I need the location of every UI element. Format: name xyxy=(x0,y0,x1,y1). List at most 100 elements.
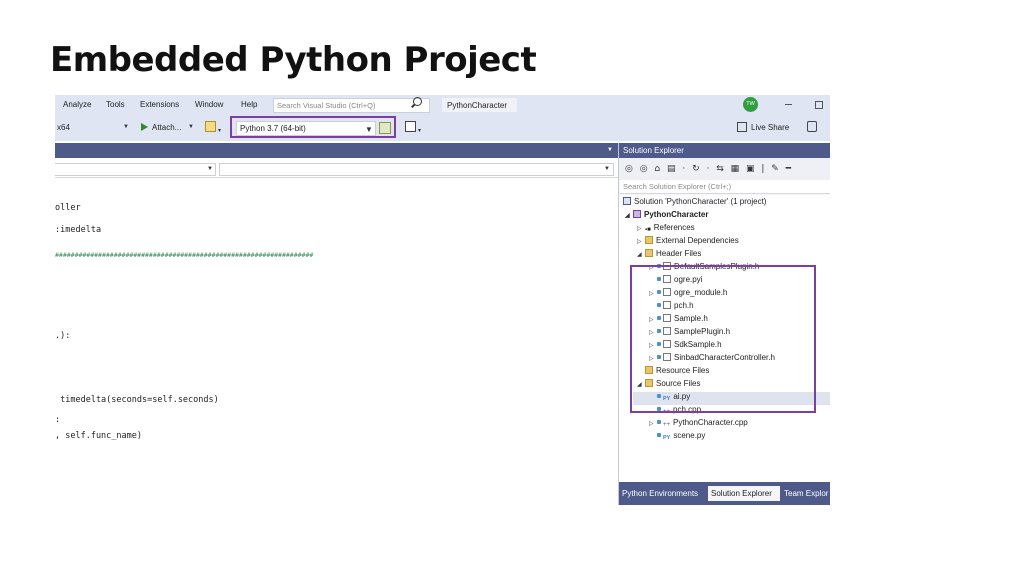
tree-item-project[interactable]: ◢ PythonCharacter xyxy=(625,210,708,223)
code-line: : xyxy=(55,415,61,425)
menu-analyze[interactable]: Analyze xyxy=(63,100,91,109)
lock-icon xyxy=(657,394,661,398)
python-file-icon: PY xyxy=(663,396,671,402)
chevron-down-icon[interactable]: ▼ xyxy=(188,124,194,130)
expanded-arrow-icon[interactable]: ◢ xyxy=(625,212,633,219)
chevron-down-icon[interactable]: ▾ xyxy=(218,127,221,134)
solution-explorer-tab-bar: Python Environments Solution Explorer Te… xyxy=(619,482,830,505)
file-icon xyxy=(663,314,671,322)
cpp-file-icon: ++ xyxy=(663,422,671,428)
chevron-down-icon[interactable]: ▼ xyxy=(123,124,129,130)
tree-item-file[interactable]: ++ pch.cpp xyxy=(657,405,701,418)
expanded-arrow-icon[interactable]: ◢ xyxy=(637,251,645,258)
folder-icon xyxy=(645,236,653,244)
folder-icon xyxy=(645,249,653,257)
collapsed-arrow-icon[interactable]: ▷ xyxy=(637,225,645,232)
menu-extensions[interactable]: Extensions xyxy=(140,100,179,109)
play-icon[interactable] xyxy=(141,123,148,131)
tree-item-file[interactable]: pch.h xyxy=(657,301,694,314)
tree-item-header-files[interactable]: ◢ Header Files xyxy=(637,249,701,262)
attach-extra-icon[interactable] xyxy=(205,121,216,132)
window-layout-icon[interactable] xyxy=(405,121,416,132)
visual-studio-screenshot: Analyze Tools Extensions Window Help Sea… xyxy=(55,95,830,505)
menu-window[interactable]: Window xyxy=(195,100,223,109)
lock-icon xyxy=(657,433,661,437)
tree-item-references[interactable]: ▷ ▪■ References xyxy=(637,223,695,236)
lock-icon xyxy=(657,342,661,346)
solution-explorer-toolbar: ◎ ◎ ⌂ ▤ · ↻ · ⇆ ▦ ▣ | ✎ ━ xyxy=(619,158,830,180)
tree-item-resource-files[interactable]: Resource Files xyxy=(645,366,709,379)
tab-team-explorer[interactable]: Team Explor xyxy=(781,486,830,501)
lock-icon xyxy=(657,277,661,281)
menu-help[interactable]: Help xyxy=(241,100,257,109)
tree-item-file[interactable]: ▷ SamplePlugin.h xyxy=(649,327,730,340)
tree-item-file[interactable]: ▷ DefaultSamplesPlugin.h xyxy=(649,262,759,275)
tree-item-file-selected[interactable]: PY ai.py xyxy=(633,392,830,405)
attach-button[interactable]: Attach... xyxy=(152,123,181,132)
solution-explorer-search-input[interactable]: Search Solution Explorer (Ctrl+;) xyxy=(620,180,830,194)
tree-item-file[interactable]: ogre.pyi xyxy=(657,275,702,288)
platform-dropdown[interactable]: x64 xyxy=(57,123,70,132)
code-line: , self.func_name) xyxy=(55,431,142,441)
solution-name: PythonCharacter xyxy=(447,101,508,110)
collapsed-arrow-icon[interactable]: ▷ xyxy=(649,316,657,323)
tab-python-environments[interactable]: Python Environments xyxy=(619,486,707,501)
tree-item-source-files[interactable]: ◢ Source Files xyxy=(637,379,700,392)
search-icon[interactable] xyxy=(413,97,422,106)
project-icon xyxy=(633,210,641,218)
file-icon xyxy=(663,327,671,335)
lock-icon xyxy=(657,420,661,424)
avatar[interactable]: TW xyxy=(743,97,758,112)
search-placeholder: Search Visual Studio (Ctrl+Q) xyxy=(277,101,376,110)
feedback-icon[interactable] xyxy=(807,121,817,132)
collapsed-arrow-icon[interactable]: ▷ xyxy=(649,264,657,271)
chevron-down-icon[interactable]: ▼ xyxy=(365,125,373,134)
chevron-down-icon[interactable]: ▾ xyxy=(418,127,421,134)
collapsed-arrow-icon[interactable]: ▷ xyxy=(649,329,657,336)
menu-bar: Analyze Tools Extensions Window Help Sea… xyxy=(55,95,830,115)
tree-item-file[interactable]: ▷ ogre_module.h xyxy=(649,288,727,301)
tree-item-solution[interactable]: Solution 'PythonCharacter' (1 project) xyxy=(623,197,766,210)
code-line: ########################################… xyxy=(55,251,314,259)
tab-solution-explorer[interactable]: Solution Explorer xyxy=(708,486,780,501)
solution-name-tab: PythonCharacter xyxy=(442,98,517,112)
editor-navigation-bar: ▼ ▼ xyxy=(55,161,618,178)
collapsed-arrow-icon[interactable]: ▷ xyxy=(649,342,657,349)
expanded-arrow-icon[interactable]: ◢ xyxy=(637,381,645,388)
file-icon xyxy=(663,288,671,296)
collapsed-arrow-icon[interactable]: ▷ xyxy=(649,420,657,427)
menu-tools[interactable]: Tools xyxy=(106,100,125,109)
collapsed-arrow-icon[interactable]: ▷ xyxy=(637,238,645,245)
type-dropdown[interactable]: ▼ xyxy=(55,163,216,176)
tree-item-file[interactable]: PY scene.py xyxy=(657,431,705,444)
toolbar: x64 ▼ Attach... ▼ ▾ Python 3.7 (64-bit) … xyxy=(55,115,830,141)
code-editor[interactable]: oller :imedelta ########################… xyxy=(55,179,618,505)
collapsed-arrow-icon[interactable]: ▷ xyxy=(649,290,657,297)
member-dropdown[interactable]: ▼ xyxy=(219,163,614,176)
code-line: :imedelta xyxy=(55,225,102,235)
tree-item-external-dependencies[interactable]: ▷ External Dependencies xyxy=(637,236,739,249)
solution-icon xyxy=(623,197,631,205)
python-environment-dropdown[interactable]: Python 3.7 (64-bit) ▼ xyxy=(236,121,376,136)
python-environment-icon[interactable] xyxy=(379,122,391,134)
tree-item-file[interactable]: ▷ Sample.h xyxy=(649,314,708,327)
chevron-down-icon[interactable]: ▼ xyxy=(607,147,613,153)
solution-explorer-tool-icons[interactable]: ◎ ◎ ⌂ ▤ · ↻ · ⇆ ▦ ▣ | ✎ ━ xyxy=(625,164,793,174)
tree-item-file[interactable]: ▷ SdkSample.h xyxy=(649,340,722,353)
chevron-down-icon: ▼ xyxy=(604,166,610,172)
minimize-icon[interactable] xyxy=(785,104,792,105)
tree-item-file[interactable]: ▷ ++ PythonCharacter.cpp xyxy=(649,418,748,431)
search-input[interactable]: Search Visual Studio (Ctrl+Q) xyxy=(273,98,430,113)
live-share-button[interactable]: Live Share xyxy=(751,123,789,132)
cpp-file-icon: ++ xyxy=(663,409,671,415)
code-line: .): xyxy=(55,331,71,341)
collapsed-arrow-icon[interactable]: ▷ xyxy=(649,355,657,362)
tree-item-file[interactable]: ▷ SinbadCharacterController.h xyxy=(649,353,775,366)
solution-explorer-title: Solution Explorer xyxy=(623,146,684,155)
lock-icon xyxy=(657,290,661,294)
live-share-icon[interactable] xyxy=(737,122,747,132)
references-icon: ▪■ xyxy=(645,227,651,235)
file-icon xyxy=(663,340,671,348)
restore-icon[interactable] xyxy=(815,101,823,109)
solution-tree: Solution 'PythonCharacter' (1 project) ◢… xyxy=(619,195,830,483)
